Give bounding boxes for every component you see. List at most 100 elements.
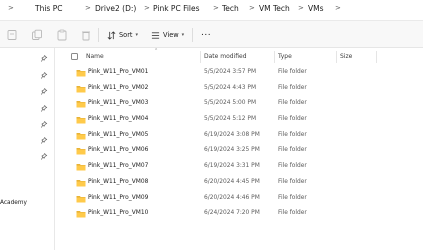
pin-icon[interactable] <box>41 105 48 112</box>
column-size[interactable]: Size <box>340 53 352 60</box>
file-type: File folder <box>278 210 307 217</box>
sort-label: Sort <box>119 31 133 39</box>
column-divider[interactable] <box>274 51 275 63</box>
nav-item-academy[interactable]: Academy <box>0 200 27 206</box>
file-name: Pink_W11_Pro_VM05 <box>88 131 149 138</box>
file-date: 6/19/2024 3:25 PM <box>204 147 260 154</box>
file-date: 6/19/2024 3:31 PM <box>204 163 260 170</box>
file-date: 6/24/2024 7:20 PM <box>204 210 260 217</box>
toolbar-divider <box>98 28 99 42</box>
file-name: Pink_W11_Pro_VM08 <box>88 178 149 185</box>
navigation-pane[interactable]: Academy <box>0 48 55 250</box>
more-options-button[interactable]: ... <box>201 27 211 39</box>
file-type: File folder <box>278 147 307 154</box>
view-icon <box>151 31 160 39</box>
folder-icon <box>76 148 86 155</box>
cut-icon[interactable] <box>6 29 18 41</box>
sort-ascending-icon: ⌃ <box>154 48 159 54</box>
file-row[interactable]: Pink_W11_Pro_VM06 6/19/2024 3:25 PM File… <box>55 143 423 159</box>
folder-icon <box>76 101 86 108</box>
file-name: Pink_W11_Pro_VM03 <box>88 100 149 107</box>
file-type: File folder <box>278 116 307 123</box>
file-type: File folder <box>278 69 307 75</box>
file-row[interactable]: Pink_W11_Pro_VM02 5/5/2024 4:43 PM File … <box>55 81 423 97</box>
folder-icon <box>76 70 86 77</box>
file-type: File folder <box>278 131 307 138</box>
pin-icon[interactable] <box>41 153 48 160</box>
file-name: Pink_W11_Pro_VM10 <box>88 210 149 217</box>
column-header: ⌃ Name Date modified Type Size <box>55 48 423 65</box>
chevron-down-icon: ▾ <box>135 32 139 38</box>
file-date: 5/5/2024 4:43 PM <box>204 84 257 91</box>
folder-icon <box>76 211 86 218</box>
toolbar-divider <box>192 28 193 42</box>
copy-icon[interactable] <box>31 29 43 41</box>
column-type[interactable]: Type <box>278 53 292 60</box>
paste-icon[interactable] <box>56 29 68 41</box>
delete-icon[interactable] <box>80 29 92 41</box>
file-type: File folder <box>278 100 307 107</box>
file-row[interactable]: Pink_W11_Pro_VM03 5/5/2024 5:00 PM File … <box>55 96 423 112</box>
file-type: File folder <box>278 84 307 91</box>
file-type: File folder <box>278 194 307 201</box>
file-name: Pink_W11_Pro_VM06 <box>88 147 149 154</box>
sort-button[interactable]: Sort ▾ <box>107 29 138 41</box>
chevron-down-icon: ▾ <box>181 32 185 38</box>
view-label: View <box>163 31 179 39</box>
folder-icon <box>76 132 86 140</box>
folder-icon <box>76 179 86 187</box>
pin-icon[interactable] <box>41 121 48 128</box>
address-bar[interactable]: > This PC > Drive2 (D:) > Pink PC Files … <box>0 0 423 20</box>
chevron-right-icon[interactable]: > <box>213 4 219 12</box>
file-date: 5/5/2024 3:57 PM <box>204 69 257 75</box>
file-name: Pink_W11_Pro_VM07 <box>88 163 149 170</box>
file-type: File folder <box>278 178 307 185</box>
view-button[interactable]: View ▾ <box>151 29 184 41</box>
chevron-right-icon[interactable]: > <box>298 4 304 12</box>
chevron-right-icon[interactable]: > <box>249 4 255 12</box>
command-bar: Sort ▾ View ▾ ... <box>0 20 423 48</box>
file-row[interactable]: Pink_W11_Pro_VM01 5/5/2024 3:57 PM File … <box>55 65 423 81</box>
file-row[interactable]: Pink_W11_Pro_VM07 6/19/2024 3:31 PM File… <box>55 159 423 175</box>
file-type: File folder <box>278 163 307 170</box>
file-row[interactable]: Pink_W11_Pro_VM05 6/19/2024 3:08 PM File… <box>55 128 423 144</box>
column-divider[interactable] <box>336 51 337 63</box>
column-divider[interactable] <box>200 51 201 63</box>
file-date: 5/5/2024 5:12 PM <box>204 116 257 123</box>
pin-icon[interactable] <box>41 72 48 79</box>
sort-icon <box>107 30 116 40</box>
folder-icon <box>76 195 86 202</box>
file-row[interactable]: Pink_W11_Pro_VM09 6/20/2024 4:46 PM File… <box>55 191 423 207</box>
file-name: Pink_W11_Pro_VM01 <box>88 69 149 75</box>
file-name: Pink_W11_Pro_VM04 <box>88 116 149 123</box>
file-row[interactable]: Pink_W11_Pro_VM08 6/20/2024 4:45 PM File… <box>55 175 423 191</box>
pin-icon[interactable] <box>41 137 48 144</box>
folder-icon <box>76 85 86 93</box>
chevron-right-icon[interactable]: > <box>335 4 341 12</box>
file-row[interactable]: Pink_W11_Pro_VM10 6/24/2024 7:20 PM File… <box>55 206 423 222</box>
file-date: 6/19/2024 3:08 PM <box>204 131 260 138</box>
column-divider[interactable] <box>376 51 377 63</box>
file-date: 6/20/2024 4:46 PM <box>204 194 260 201</box>
breadcrumb-vm-tech[interactable]: VM Tech <box>259 4 290 13</box>
chevron-right-icon[interactable]: > <box>144 4 150 12</box>
file-list: Pink_W11_Pro_VM01 5/5/2024 3:57 PM File … <box>55 65 423 222</box>
breadcrumb-pink-pc-files[interactable]: Pink PC Files <box>153 4 200 13</box>
file-row[interactable]: Pink_W11_Pro_VM04 5/5/2024 5:12 PM File … <box>55 112 423 128</box>
column-name[interactable]: Name <box>86 53 104 60</box>
file-date: 5/5/2024 5:00 PM <box>204 100 257 107</box>
breadcrumb-vms[interactable]: VMs <box>308 4 324 13</box>
breadcrumb-drive2[interactable]: Drive2 (D:) <box>95 4 136 13</box>
pin-icon[interactable] <box>41 88 48 95</box>
file-name: Pink_W11_Pro_VM02 <box>88 84 149 91</box>
select-all-checkbox[interactable] <box>71 53 78 60</box>
pin-icon[interactable] <box>41 55 48 62</box>
folder-icon <box>76 164 86 171</box>
chevron-right-icon[interactable]: > <box>85 4 91 12</box>
breadcrumb-tech[interactable]: Tech <box>222 4 239 13</box>
breadcrumb-this-pc[interactable]: This PC <box>35 4 62 13</box>
file-date: 6/20/2024 4:45 PM <box>204 178 260 185</box>
chevron-right-icon[interactable]: > <box>8 4 14 12</box>
file-name: Pink_W11_Pro_VM09 <box>88 194 149 201</box>
column-date-modified[interactable]: Date modified <box>204 53 247 60</box>
